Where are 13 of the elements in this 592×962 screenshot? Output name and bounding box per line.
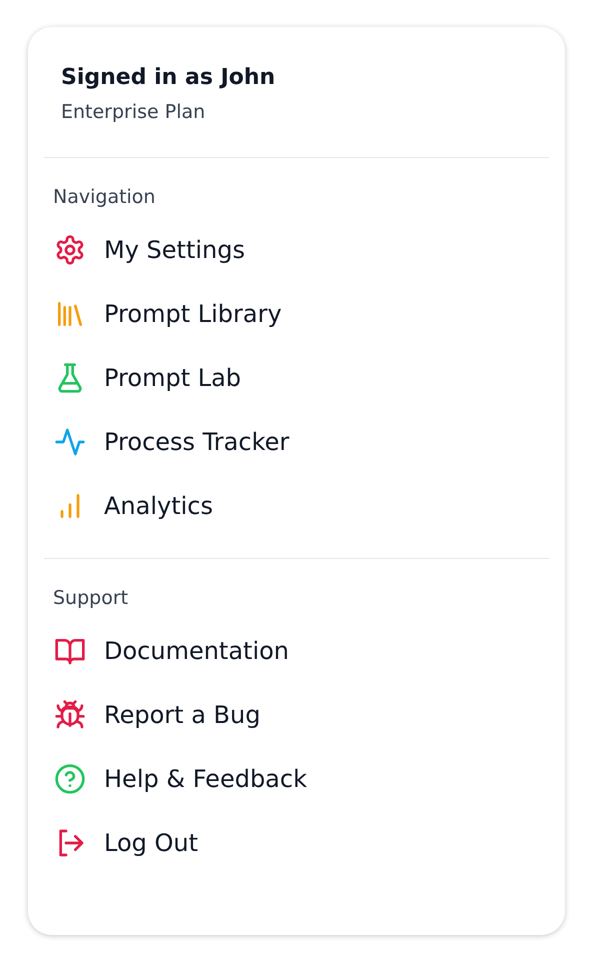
- section-label: Support: [53, 587, 130, 609]
- menu-item[interactable]: Log Out: [53, 811, 549, 875]
- menu-item[interactable]: Help & Feedback: [53, 747, 549, 811]
- menu-item[interactable]: Prompt Library: [53, 282, 549, 346]
- menu-item[interactable]: My Settings: [53, 218, 549, 282]
- menu-item[interactable]: Documentation: [53, 619, 549, 683]
- user-name: Signed in as John: [61, 65, 276, 90]
- menu-item[interactable]: Analytics: [53, 474, 549, 538]
- menu-item[interactable]: Report a Bug: [53, 683, 549, 747]
- menu-item[interactable]: Process Tracker: [53, 410, 549, 474]
- plan-name: Enterprise Plan: [61, 101, 206, 123]
- section-label: Navigation: [53, 186, 156, 208]
- menu-item[interactable]: Prompt Lab: [53, 346, 549, 410]
